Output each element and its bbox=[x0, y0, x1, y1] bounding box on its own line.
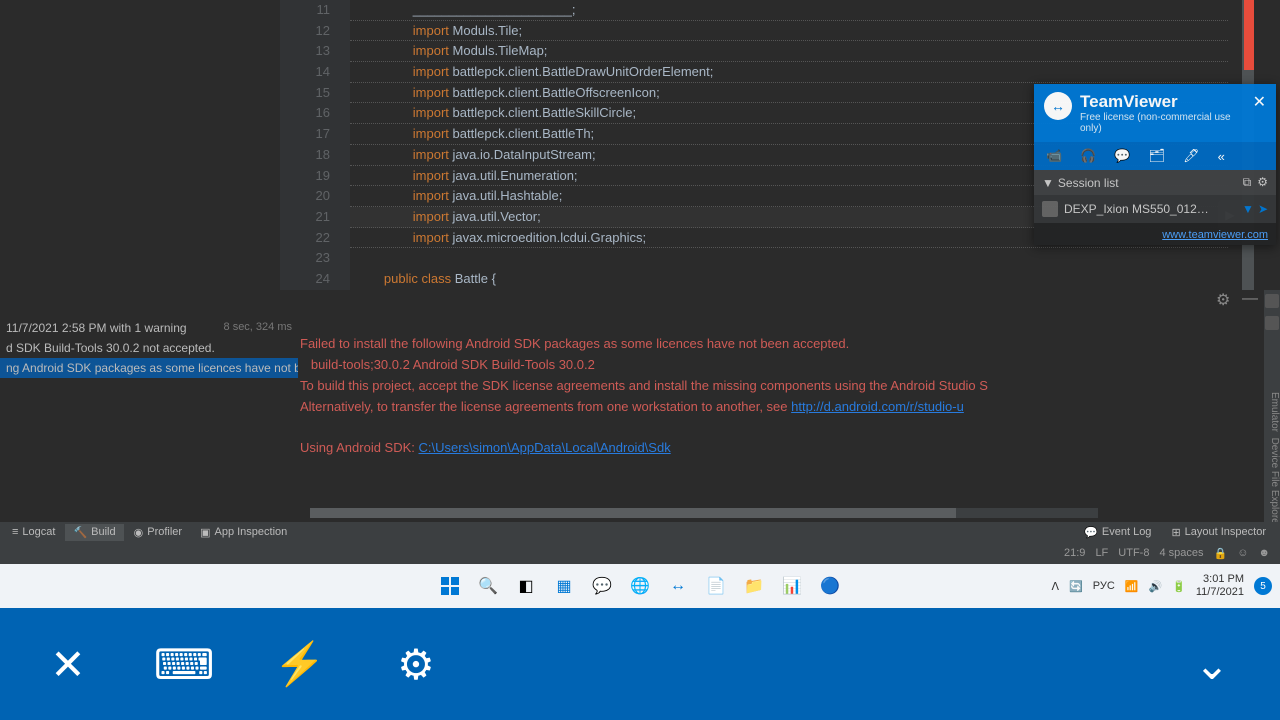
tray-expand-icon[interactable]: ᐱ bbox=[1052, 580, 1060, 593]
app-icon[interactable]: 📊 bbox=[779, 573, 805, 599]
rail-button[interactable] bbox=[1265, 294, 1279, 308]
console-h-scrollbar[interactable] bbox=[310, 508, 1098, 518]
tab-profiler[interactable]: ◉Profiler bbox=[126, 524, 190, 541]
face-icon[interactable]: ☻ bbox=[1258, 547, 1270, 559]
app-icon[interactable]: 🔵 bbox=[817, 573, 843, 599]
device-name: DEXP_Ixion MS550_0123456789 bbox=[1064, 202, 1214, 216]
widgets-icon[interactable]: ▦ bbox=[551, 573, 577, 599]
tab-app-inspection[interactable]: ▣App Inspection bbox=[192, 524, 295, 541]
gutter: 111213141516171819202122232425 bbox=[280, 0, 350, 290]
chat-icon[interactable]: 💬 bbox=[589, 573, 615, 599]
chat-icon[interactable]: 💬 bbox=[1114, 148, 1130, 164]
teamviewer-subtitle: Free license (non-commercial use only) bbox=[1080, 112, 1245, 134]
lock-icon[interactable]: 🔒 bbox=[1213, 547, 1227, 560]
teamviewer-action-bar: ✕ ⌨ ⚡ ⚙ ⌄ bbox=[0, 608, 1280, 720]
build-duration: 8 sec, 324 ms bbox=[224, 321, 292, 333]
avatar-icon bbox=[1042, 201, 1058, 217]
notification-badge[interactable]: 5 bbox=[1254, 577, 1272, 595]
panel-toolbar: ⚙ — bbox=[1216, 290, 1258, 306]
minimap-error-marker bbox=[1244, 0, 1254, 70]
left-margin bbox=[0, 0, 280, 290]
status-bar: 21:9 LF UTF-8 4 spaces 🔒 ☺ ☻ bbox=[0, 542, 1280, 564]
teamviewer-link[interactable]: www.teamviewer.com bbox=[1162, 229, 1268, 241]
rail-button[interactable] bbox=[1265, 316, 1279, 330]
right-rail-labels[interactable]: Emulator Device File Explorer bbox=[1264, 380, 1280, 540]
chevron-down-icon[interactable]: ▼ bbox=[1242, 202, 1254, 216]
face-icon[interactable]: ☺ bbox=[1237, 547, 1248, 559]
explorer-icon[interactable]: 📁 bbox=[741, 573, 767, 599]
gear-icon[interactable]: ⚙ bbox=[1257, 175, 1268, 190]
inspection-icon: ▣ bbox=[200, 526, 210, 539]
popout-icon[interactable]: ⧉ bbox=[1243, 175, 1252, 190]
teamviewer-panel: ↔ TeamViewer Free license (non-commercia… bbox=[1034, 84, 1276, 245]
clock[interactable]: 3:01 PM 11/7/2021 bbox=[1196, 573, 1244, 599]
layout-inspector-icon: ⊞ bbox=[1171, 526, 1180, 539]
windows-taskbar: 🔍 ◧ ▦ 💬 🌐 ↔ 📄 📁 📊 🔵 ᐱ 🔄 РУС 📶 🔊 🔋 3:01 P… bbox=[0, 564, 1280, 608]
battery-icon[interactable]: 🔋 bbox=[1172, 580, 1186, 593]
files-icon[interactable]: 🗂 bbox=[1149, 148, 1166, 164]
teamviewer-close-icon[interactable]: ✕ bbox=[1253, 92, 1266, 112]
build-error-row[interactable]: ng Android SDK packages as some licences… bbox=[0, 358, 298, 378]
tab-logcat[interactable]: ≡Logcat bbox=[4, 524, 63, 540]
session-row[interactable]: DEXP_Ixion MS550_0123456789 ▼ ➤ bbox=[1034, 195, 1276, 223]
teamviewer-taskbar-icon[interactable]: ↔ bbox=[665, 573, 691, 599]
tool-window-tabs: ≡Logcat 🔨Build ◉Profiler ▣App Inspection… bbox=[0, 522, 1280, 542]
console-link[interactable]: http://d.android.com/r/studio-u bbox=[791, 399, 964, 414]
volume-icon[interactable]: 🔊 bbox=[1148, 580, 1162, 593]
build-status-row[interactable]: 8 sec, 324 ms 11/7/2021 2:58 PM with 1 w… bbox=[0, 318, 298, 338]
build-icon: 🔨 bbox=[73, 526, 87, 539]
keyboard-icon[interactable]: ⌨ bbox=[156, 640, 212, 689]
system-tray: ᐱ 🔄 РУС 📶 🔊 🔋 3:01 PM 11/7/2021 5 bbox=[1052, 573, 1273, 599]
chevron-down-icon: ▼ bbox=[1042, 176, 1054, 190]
tab-build[interactable]: 🔨Build bbox=[65, 524, 123, 541]
scrollbar-thumb[interactable] bbox=[310, 508, 956, 518]
console-error-line: To build this project, accept the SDK li… bbox=[300, 378, 988, 393]
indent-setting[interactable]: 4 spaces bbox=[1159, 547, 1203, 559]
teamviewer-toolbar: 📹 🎧 💬 🗂 🖊 « bbox=[1034, 142, 1276, 170]
minimize-icon[interactable]: — bbox=[1242, 290, 1258, 306]
console-error-line: Alternatively, to transfer the license a… bbox=[300, 399, 964, 414]
build-console[interactable]: Failed to install the following Android … bbox=[300, 314, 1258, 518]
language-indicator[interactable]: РУС bbox=[1093, 580, 1115, 592]
caret-position[interactable]: 21:9 bbox=[1064, 547, 1085, 559]
settings-icon[interactable]: ⚙ bbox=[1216, 290, 1232, 306]
taskbar-center: 🔍 ◧ ▦ 💬 🌐 ↔ 📄 📁 📊 🔵 bbox=[437, 573, 843, 599]
build-panel: ⚙ — 8 sec, 324 ms 11/7/2021 2:58 PM with… bbox=[0, 290, 1264, 522]
logcat-icon: ≡ bbox=[12, 526, 18, 538]
search-icon[interactable]: 🔍 bbox=[475, 573, 501, 599]
line-separator[interactable]: LF bbox=[1095, 547, 1108, 559]
profiler-icon: ◉ bbox=[134, 526, 144, 539]
build-summary[interactable]: 8 sec, 324 ms 11/7/2021 2:58 PM with 1 w… bbox=[0, 318, 298, 518]
teamviewer-logo-icon: ↔ bbox=[1044, 92, 1072, 120]
build-warning-row[interactable]: d SDK Build-Tools 30.0.2 not accepted. bbox=[0, 338, 298, 358]
build-timestamp: 11/7/2021 2:58 PM with 1 warning bbox=[6, 321, 187, 335]
headset-icon[interactable]: 🎧 bbox=[1080, 148, 1096, 164]
chevron-down-icon[interactable]: ⌄ bbox=[1184, 640, 1240, 689]
tab-layout-inspector[interactable]: ⊞Layout Inspector bbox=[1163, 524, 1274, 541]
wifi-icon[interactable]: 📶 bbox=[1125, 580, 1139, 593]
notepad-icon[interactable]: 📄 bbox=[703, 573, 729, 599]
teamviewer-footer: www.teamviewer.com bbox=[1034, 223, 1276, 245]
video-icon[interactable]: 📹 bbox=[1046, 148, 1062, 164]
whiteboard-icon[interactable]: 🖊 bbox=[1183, 148, 1200, 164]
cursor-icon[interactable]: ➤ bbox=[1258, 202, 1268, 216]
task-view-icon[interactable]: ◧ bbox=[513, 573, 539, 599]
console-error-line: Failed to install the following Android … bbox=[300, 336, 849, 351]
close-icon[interactable]: ✕ bbox=[40, 640, 96, 689]
settings-icon[interactable]: ⚙ bbox=[388, 640, 444, 689]
sync-icon[interactable]: 🔄 bbox=[1069, 580, 1083, 593]
file-encoding[interactable]: UTF-8 bbox=[1118, 547, 1149, 559]
sdk-path-link[interactable]: C:\Users\simon\AppData\Local\Android\Sdk bbox=[419, 440, 671, 455]
teamviewer-title: TeamViewer bbox=[1080, 92, 1245, 112]
actions-icon[interactable]: ⚡ bbox=[272, 640, 328, 689]
console-error-line: build-tools;30.0.2 Android SDK Build-Too… bbox=[300, 357, 595, 372]
teamviewer-header: ↔ TeamViewer Free license (non-commercia… bbox=[1034, 84, 1276, 142]
start-button[interactable] bbox=[437, 573, 463, 599]
more-icon[interactable]: « bbox=[1218, 149, 1225, 164]
event-log-icon: 💬 bbox=[1084, 526, 1098, 539]
session-list-header[interactable]: ▼ Session list ⧉⚙ bbox=[1034, 170, 1276, 195]
edge-icon[interactable]: 🌐 bbox=[627, 573, 653, 599]
console-info-line: Using Android SDK: C:\Users\simon\AppDat… bbox=[300, 440, 671, 455]
tab-event-log[interactable]: 💬Event Log bbox=[1076, 524, 1159, 541]
